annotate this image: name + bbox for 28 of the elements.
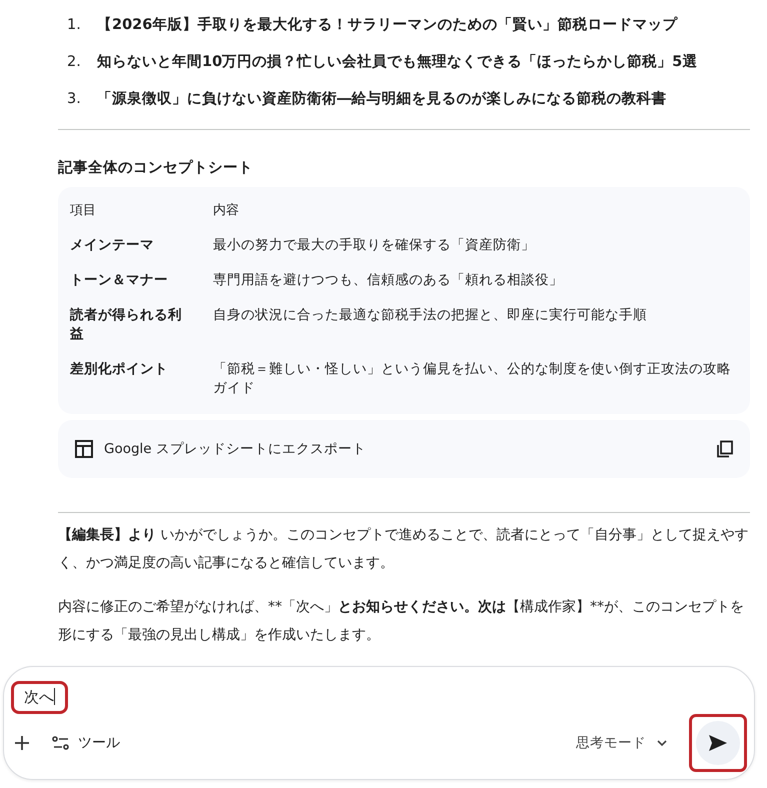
- message-input[interactable]: 次へ: [14, 684, 65, 711]
- title-option: 「源泉徴収」に負けない資産防衛術―給与明細を見るのが楽しみになる節税の教科書: [97, 89, 666, 108]
- table-cell-text: 差別化ポイント: [70, 360, 169, 379]
- table-cell-text: 自身の状況に合った最適な節税手法の把握と、即座に実行可能な手順: [213, 306, 648, 325]
- chevron-down-icon[interactable]: [656, 739, 668, 747]
- add-icon[interactable]: [14, 735, 30, 751]
- column-header: 内容: [213, 202, 240, 220]
- section-heading: 記事全体のコンセプトシート: [58, 158, 254, 177]
- table-cell-text: トーン＆マナー: [70, 271, 169, 290]
- send-icon[interactable]: [708, 734, 728, 752]
- column-header: 項目: [70, 202, 97, 220]
- list-number: 2.: [67, 54, 81, 70]
- list-number: 1.: [67, 16, 81, 32]
- table-cell-text: 読者が得られる利益: [70, 306, 183, 344]
- table-cell-text: 最小の努力で最大の手取りを確保する「資産防衛」: [213, 236, 536, 255]
- title-option: 知らないと年間10万円の損？忙しい会社員でも無理なくできる「ほったらかし節税」5選: [97, 52, 698, 71]
- message-paragraph: 内容に修正のご希望がなければ、**「次へ」とお知らせください。次は【構成作家】**が、このコンセプトを形にする「最強の見出し構成」を作成いたします。: [58, 598, 745, 645]
- mode-dropdown[interactable]: 思考モード: [570, 733, 674, 753]
- table-cell-text: メインテーマ: [70, 236, 155, 255]
- table-icon[interactable]: [74, 439, 94, 459]
- tools-button[interactable]: ツール: [48, 730, 124, 756]
- copy-icon[interactable]: [716, 440, 734, 458]
- sliders-icon[interactable]: [52, 736, 70, 750]
- message-paragraph: 【編集長】より いかがでしょうか。このコンセプトで進めることで、読者にとって「自分事」として捉えやすく、かつ満足度の高い記事になると確信しています。: [58, 526, 750, 573]
- table-cell-text: 「節税＝難しい・怪しい」という偏見を払い、公的な制度を使い倒す正攻法の攻略ガイド: [213, 360, 732, 398]
- table-cell-text: 専門用語を避けつつも、信頼感のある「頼れる相談役」: [213, 271, 564, 290]
- list-number: 3.: [67, 90, 81, 106]
- title-option: 【2026年版】手取りを最大化する！サラリーマンのための「賢い」節税ロードマップ: [97, 15, 678, 34]
